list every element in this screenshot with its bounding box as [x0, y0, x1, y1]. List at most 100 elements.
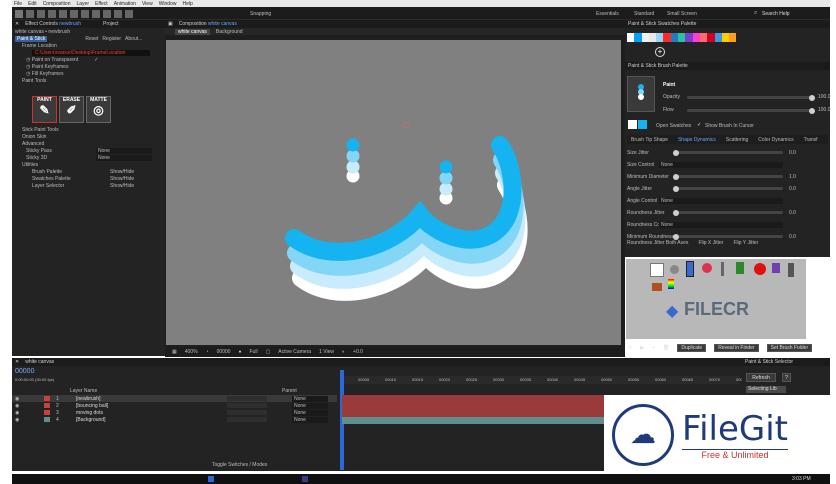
exposure-icon[interactable]: ◐ — [342, 349, 345, 355]
close-icon[interactable]: ✕ — [15, 21, 19, 27]
workspace-standard[interactable]: Standard — [634, 11, 654, 17]
color-icon[interactable]: ● — [238, 349, 241, 355]
swatch-12[interactable] — [707, 33, 715, 42]
swatch-5[interactable] — [656, 33, 664, 42]
param-knob[interactable] — [673, 149, 679, 156]
sticky-pass-select[interactable]: None — [96, 147, 152, 154]
add-icon[interactable]: + — [652, 345, 655, 351]
brush-palette-toggle[interactable]: Show/Hide — [110, 169, 134, 175]
brush-preset-sparkle[interactable] — [702, 263, 712, 273]
swatch-15[interactable] — [729, 33, 737, 42]
menu-edit[interactable]: Edit — [28, 1, 37, 7]
help-button[interactable]: ? — [782, 373, 791, 382]
onion-skin-toggle[interactable]: Onion Skin — [12, 133, 165, 140]
refresh-button[interactable]: Refresh — [746, 373, 776, 382]
layer-row[interactable]: ◉ 1 [newbrush] None — [12, 395, 337, 402]
swatch-14[interactable] — [721, 33, 730, 42]
search-help-field[interactable]: Search Help — [762, 11, 790, 17]
brush-tool-icon[interactable] — [103, 10, 111, 18]
menu-composition[interactable]: Composition — [43, 1, 71, 7]
opacity-value[interactable]: 100.0 — [818, 94, 831, 100]
brush-preset-stroke[interactable] — [788, 263, 794, 277]
brush-preset-round[interactable] — [670, 265, 679, 274]
swatch-10[interactable] — [692, 33, 700, 42]
layer-row[interactable]: ◉ 3 moving dots None — [12, 409, 337, 416]
param-slider[interactable] — [673, 233, 783, 240]
param-value[interactable]: 0.0 — [789, 150, 796, 156]
brush-preset-splat[interactable] — [754, 263, 766, 275]
color-preview[interactable] — [638, 120, 647, 129]
swatch-11[interactable] — [699, 33, 708, 42]
trash-icon[interactable]: 🗑 — [663, 345, 669, 351]
open-swatches-button[interactable]: Open Swatches — [656, 123, 691, 129]
add-swatch-button[interactable]: + — [655, 47, 665, 57]
menu-animation[interactable]: Animation — [114, 1, 136, 7]
taskbar-ae-icon[interactable] — [302, 476, 308, 482]
param-select[interactable]: None — [659, 162, 783, 168]
tab-effect-controls[interactable]: Effect Controls newbrush — [25, 21, 81, 27]
show-brush-checkbox[interactable]: ✓ — [697, 122, 701, 128]
layer-color-label[interactable] — [44, 417, 50, 422]
lock-icon[interactable]: ▣ — [168, 21, 173, 27]
swatch-9[interactable] — [685, 33, 693, 42]
zoom-tool-icon[interactable] — [37, 10, 45, 18]
param-knob[interactable] — [673, 173, 679, 180]
opacity-slider[interactable] — [687, 94, 815, 101]
swatch-2[interactable] — [634, 33, 642, 42]
rotate-tool-icon[interactable] — [48, 10, 56, 18]
flow-knob[interactable] — [809, 107, 815, 114]
param-slider[interactable] — [673, 185, 783, 192]
brush-preset-square[interactable] — [650, 263, 664, 277]
resolution-select[interactable]: Full — [250, 349, 258, 355]
flip-y-checkbox[interactable]: Flip Y Jitter — [733, 240, 758, 246]
visibility-icon[interactable]: ◉ — [15, 403, 19, 409]
refresh-icon[interactable]: ↻ — [628, 345, 632, 351]
swatch-7[interactable] — [670, 33, 679, 42]
brush-preset-leaf[interactable] — [736, 262, 744, 274]
frame-path-field[interactable]: C:\Users\rvance\Desktop\FrameLocation — [32, 49, 150, 56]
opacity-knob[interactable] — [809, 94, 815, 101]
param-knob[interactable] — [673, 209, 679, 216]
layer-switches[interactable] — [227, 410, 267, 415]
roundness-both-axes-checkbox[interactable]: Roundness Jitter Both Axes — [627, 240, 688, 246]
view-select[interactable]: 1 View — [319, 349, 334, 355]
workspace-essentials[interactable]: Essentials — [596, 11, 619, 17]
brush-preset-fern[interactable] — [772, 263, 780, 273]
param-knob[interactable] — [673, 185, 679, 192]
utilities-toggle[interactable]: Utilities — [12, 161, 165, 168]
param-slider[interactable] — [673, 173, 783, 180]
brush-preset-rainbow[interactable] — [668, 279, 674, 289]
camera-snap-icon[interactable]: ◔ — [206, 349, 209, 355]
offset-field[interactable]: +0.0 — [353, 349, 363, 355]
zoom-select[interactable]: 400% — [185, 349, 198, 355]
set-brush-folder-button[interactable]: Set Brush Folder — [766, 344, 813, 352]
brush-preset-line[interactable] — [721, 262, 724, 276]
layer-color-label[interactable] — [44, 396, 50, 401]
hand-tool-icon[interactable] — [26, 10, 34, 18]
taskbar-app-icon[interactable] — [208, 476, 214, 482]
tab-shape-dynamics[interactable]: Shape Dynamics — [678, 137, 716, 143]
param-select[interactable]: None — [659, 222, 783, 228]
swatch-6[interactable] — [663, 33, 671, 42]
layer-switches[interactable] — [227, 403, 267, 408]
paint-transparent-checkbox[interactable]: ✓ — [94, 57, 98, 63]
swatch-13[interactable] — [714, 33, 722, 42]
swatch-1[interactable] — [627, 33, 635, 42]
layer-color-label[interactable] — [44, 403, 50, 408]
timecode-display[interactable]: 00000 — [15, 368, 34, 375]
visibility-icon[interactable]: ◉ — [15, 410, 19, 416]
layer-switches[interactable] — [227, 396, 267, 401]
tab-transfer[interactable]: Transf — [804, 137, 818, 143]
menu-file[interactable]: File — [14, 1, 22, 7]
layer-name[interactable]: [bouncing ball] — [76, 403, 108, 409]
brush-preset-pencil[interactable] — [686, 261, 694, 277]
layer-color-label[interactable] — [44, 410, 50, 415]
eraser-tool-icon[interactable] — [125, 10, 133, 18]
sticky-3d-select[interactable]: None — [96, 154, 152, 161]
tab-composition[interactable]: Composition white canvas — [179, 21, 237, 27]
tab-project[interactable]: Project — [103, 21, 119, 27]
reveal-finder-button[interactable]: Reveal in Finder — [714, 344, 759, 352]
selection-tool-icon[interactable] — [15, 10, 23, 18]
register-link[interactable]: Register — [102, 36, 121, 42]
layer-parent-select[interactable]: None — [292, 395, 328, 402]
